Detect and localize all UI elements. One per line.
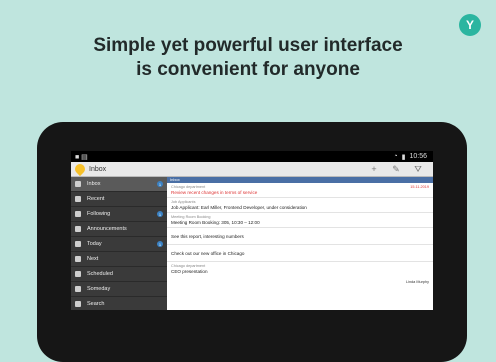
item-date: 15.11.2019 [410,185,429,189]
status-time: 10:56 [409,153,427,160]
item-title: Check out our new office in Chicago [171,251,245,256]
promo-headline-line1: Simple yet powerful user interface [93,35,403,56]
item-user: Linda Murphy [405,280,429,284]
battery-icon: ▮ [401,153,406,161]
clock-icon [75,196,81,202]
sidebar-item-someday[interactable]: Someday [71,282,167,297]
app-logo-badge: Y [459,14,481,36]
star-icon [75,211,81,217]
someday-icon [75,286,81,292]
tablet-screen: ■ ▤ ◔ ▮ 10:56 Inbox + ✎ ⛛ Inbox 1 Recent… [71,151,433,310]
inbox-icon [75,181,81,187]
task-list: Inbox Chicago department Review recent c… [167,177,433,310]
schedule-icon [75,271,81,277]
sidebar-item-label: Search [87,301,105,307]
item-meta: Chicago department [171,264,206,268]
sidebar: Inbox 1 Recent Following 1 Announcements… [71,177,167,310]
sidebar-item-label: Next [87,256,99,262]
sidebar-item-label: Today [87,241,102,247]
action-bar: Inbox + ✎ ⛛ [71,161,433,177]
search-icon [75,301,81,307]
sidebar-item-next[interactable]: Next [71,252,167,267]
sidebar-item-inbox[interactable]: Inbox 1 [71,177,167,192]
megaphone-icon [75,226,81,232]
sidebar-item-today[interactable]: Today 1 [71,237,167,252]
item-title: Meeting Room Booking: 305, 10:30 – 12:00 [171,220,260,225]
add-icon[interactable]: + [367,163,381,175]
sidebar-item-label: Scheduled [87,271,113,277]
list-item[interactable]: Job Applicants Job Applicant: Earl Mille… [167,198,433,213]
sidebar-item-search[interactable]: Search [71,297,167,310]
list-item[interactable]: Meeting Room Booking Meeting Room Bookin… [167,213,433,228]
notification-icons: ■ ▤ [75,153,88,161]
status-bar: ■ ▤ ◔ ▮ 10:56 [71,151,433,162]
item-title: Review recent changes in terms of servic… [171,190,258,195]
count-badge: 1 [157,241,163,247]
item-title: See this report, interesting numbers [171,234,244,239]
sidebar-item-recent[interactable]: Recent [71,192,167,207]
sidebar-item-label: Someday [87,286,111,292]
sidebar-item-label: Inbox [87,181,101,187]
list-item[interactable]: Chicago department Review recent changes… [167,183,433,198]
calendar-icon [75,241,81,247]
sidebar-item-label: Announcements [87,226,127,232]
next-icon [75,256,81,262]
count-badge: 1 [157,211,163,217]
list-item[interactable]: Check out our new office in Chicago [167,245,433,262]
item-meta: Chicago department [171,185,206,189]
list-item[interactable]: Chicago department CEO presentation Lind… [167,262,433,286]
item-meta: Meeting Room Booking [171,215,211,219]
promo-headline-line2: is convenient for anyone [136,59,360,80]
sidebar-item-scheduled[interactable]: Scheduled [71,267,167,282]
filter-icon[interactable]: ⛛ [411,163,425,175]
count-badge: 1 [157,181,163,187]
sidebar-item-label: Recent [87,196,105,202]
sidebar-item-label: Following [87,211,111,217]
edit-icon[interactable]: ✎ [389,163,403,175]
item-title: Job Applicant: Earl Miller, Frontend Dev… [171,205,307,210]
wifi-icon: ◔ [393,153,398,160]
list-item[interactable]: See this report, interesting numbers [167,228,433,245]
item-title: CEO presentation [171,269,208,274]
item-meta: Job Applicants [171,200,196,204]
app-icon[interactable] [72,161,88,177]
sidebar-item-announcements[interactable]: Announcements [71,222,167,237]
action-bar-title: Inbox [89,165,107,173]
sidebar-item-following[interactable]: Following 1 [71,207,167,222]
